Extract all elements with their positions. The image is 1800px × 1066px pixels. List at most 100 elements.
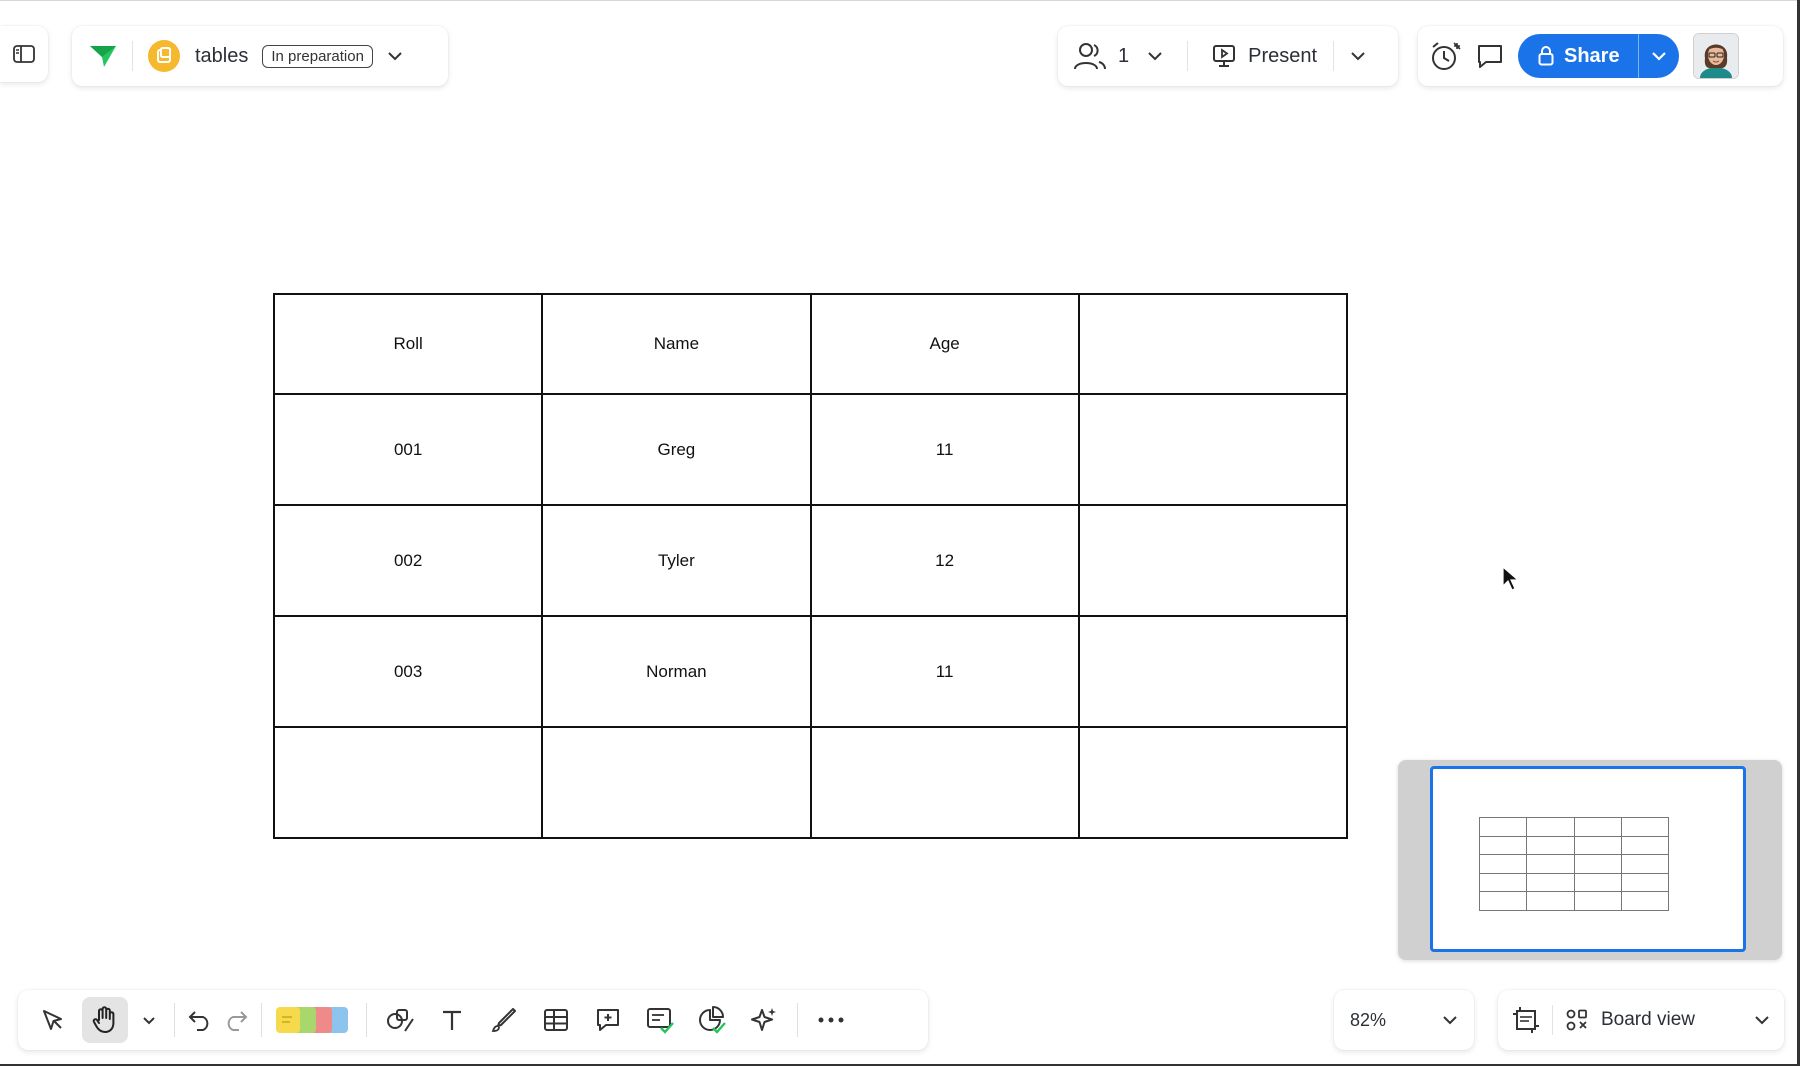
select-tool-button[interactable] — [30, 997, 76, 1043]
table-tool-button[interactable] — [533, 997, 579, 1043]
board-table[interactable]: Roll Name Age 001 Greg 11 002 Tyler 12 0… — [272, 293, 1349, 839]
redo-icon — [223, 1009, 249, 1031]
timer-icon[interactable] — [1430, 41, 1462, 71]
table-cell[interactable]: Roll — [272, 293, 544, 395]
chevron-down-icon[interactable] — [387, 51, 403, 61]
card-tool-button[interactable] — [637, 997, 683, 1043]
divider — [132, 41, 133, 71]
chevron-down-icon[interactable] — [1147, 51, 1163, 61]
diagram-icon — [698, 1006, 726, 1034]
divider — [1333, 41, 1335, 71]
chevron-down-icon[interactable] — [1754, 1015, 1770, 1025]
ai-sparkle-icon — [750, 1006, 778, 1034]
text-icon — [440, 1008, 464, 1032]
sticky-notes-icon — [274, 1005, 354, 1035]
table-cell[interactable]: 003 — [272, 615, 544, 728]
hand-tool-button[interactable] — [82, 997, 128, 1043]
comment-icon — [595, 1007, 621, 1033]
more-tools-button[interactable] — [808, 997, 854, 1043]
diagram-tool-button[interactable] — [689, 997, 735, 1043]
frame-icon[interactable] — [1512, 1006, 1540, 1034]
chevron-down-icon[interactable] — [1442, 1015, 1458, 1025]
divider — [366, 1003, 367, 1037]
actions-panel: Share — [1418, 26, 1783, 86]
table-cell[interactable]: Name — [541, 293, 812, 395]
hand-icon — [92, 1006, 118, 1034]
board-view-button[interactable]: Board view — [1601, 1009, 1695, 1031]
text-tool-button[interactable] — [429, 997, 475, 1043]
table-cell[interactable]: 002 — [272, 504, 544, 617]
zoom-level[interactable]: 82% — [1350, 1010, 1386, 1031]
table-row — [272, 726, 1349, 839]
table-row: 001 Greg 11 — [272, 393, 1349, 506]
table-cell[interactable] — [1077, 726, 1349, 839]
minimap-table-preview — [1478, 817, 1670, 911]
board-title[interactable]: tables — [195, 45, 248, 68]
table-cell[interactable] — [1077, 504, 1349, 617]
pen-icon — [491, 1007, 517, 1033]
board-title-panel: tables In preparation — [72, 26, 448, 86]
present-icon[interactable] — [1212, 44, 1236, 68]
table-cell[interactable] — [1077, 615, 1349, 728]
users-icon[interactable] — [1074, 42, 1106, 70]
table-cell[interactable]: Age — [809, 293, 1080, 395]
table-cell[interactable]: Greg — [541, 393, 812, 506]
status-badge[interactable]: In preparation — [262, 44, 373, 68]
minimap[interactable] — [1398, 760, 1782, 960]
share-label: Share — [1564, 44, 1620, 67]
table-cell[interactable]: Tyler — [541, 504, 812, 617]
table-cell[interactable] — [809, 726, 1080, 839]
undo-icon — [187, 1009, 213, 1031]
comment-tool-button[interactable] — [585, 997, 631, 1043]
table-cell[interactable] — [1077, 393, 1349, 506]
table-cell[interactable]: 001 — [272, 393, 544, 506]
present-button[interactable]: Present — [1248, 45, 1317, 68]
divider — [261, 1003, 262, 1037]
table-cell[interactable]: 12 — [809, 504, 1080, 617]
collaboration-panel: 1 Present — [1058, 26, 1398, 86]
divider — [1552, 1005, 1553, 1035]
comments-icon[interactable] — [1476, 43, 1504, 69]
table-row: 003 Norman 11 — [272, 615, 1349, 728]
pen-tool-button[interactable] — [481, 997, 527, 1043]
table-cell[interactable]: 11 — [809, 393, 1080, 506]
divider — [174, 1003, 175, 1037]
select-icon — [41, 1008, 65, 1032]
chevron-down-icon — [1651, 51, 1667, 61]
mouse-cursor-icon — [1502, 565, 1520, 597]
more-icon — [818, 1017, 844, 1023]
ai-tool-button[interactable] — [741, 997, 787, 1043]
chevron-down-icon — [142, 1016, 156, 1025]
table-header-row: Roll Name Age — [272, 293, 1349, 395]
table-cell[interactable] — [272, 726, 544, 839]
avatar[interactable] — [1692, 33, 1739, 79]
shapes-tool-button[interactable] — [377, 997, 423, 1043]
table-cell[interactable]: Norman — [541, 615, 812, 728]
table-cell[interactable] — [541, 726, 812, 839]
chevron-down-icon[interactable] — [1350, 51, 1366, 61]
participant-count[interactable]: 1 — [1118, 45, 1129, 68]
creation-toolbar — [18, 990, 928, 1050]
sidebar-toggle-button[interactable] — [0, 26, 48, 82]
sticky-notes-button[interactable] — [272, 997, 356, 1043]
app-logo-icon[interactable] — [88, 43, 118, 69]
board-icon — [147, 39, 181, 73]
card-icon — [646, 1006, 674, 1034]
lock-icon — [1538, 46, 1554, 66]
table-icon — [543, 1008, 569, 1032]
undo-button[interactable] — [185, 997, 215, 1043]
zoom-control[interactable]: 82% — [1334, 990, 1474, 1050]
redo-button[interactable] — [221, 997, 251, 1043]
share-main-button[interactable]: Share — [1518, 34, 1638, 78]
share-button[interactable]: Share — [1518, 34, 1679, 78]
table-cell[interactable] — [1077, 293, 1349, 395]
board-view-icon — [1565, 1008, 1589, 1032]
divider — [797, 1003, 798, 1037]
shapes-icon — [385, 1007, 415, 1033]
minimap-viewport[interactable] — [1430, 766, 1746, 952]
table-cell[interactable]: 11 — [809, 615, 1080, 728]
share-options-button[interactable] — [1637, 34, 1679, 78]
tool-options-button[interactable] — [134, 997, 164, 1043]
view-control-panel: Board view — [1498, 990, 1784, 1050]
divider — [1187, 41, 1189, 71]
